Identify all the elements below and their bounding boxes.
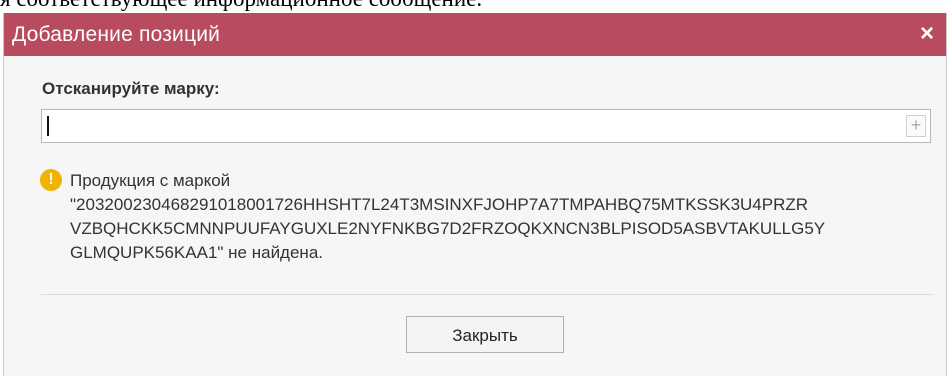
scan-mark-input[interactable] bbox=[42, 110, 910, 144]
close-icon[interactable]: × bbox=[914, 20, 940, 48]
add-positions-dialog: Добавление позиций × Отсканируйте марку:… bbox=[3, 13, 947, 376]
message-line: Продукция с маркой bbox=[70, 171, 231, 190]
add-icon[interactable]: + bbox=[906, 115, 926, 137]
warning-icon: ! bbox=[40, 169, 62, 191]
dialog-title: Добавление позиций bbox=[12, 22, 221, 46]
message-line: VZBQHCKK5CMNNPUUFAYGUXLE2NYFNKBG7D2FRZOQ… bbox=[70, 219, 826, 238]
dialog-titlebar: Добавление позиций × bbox=[4, 13, 946, 56]
text-caret bbox=[47, 116, 49, 136]
close-button[interactable]: Закрыть bbox=[406, 316, 564, 353]
background-document-text: я соответствующее информационное сообщен… bbox=[0, 0, 948, 12]
not-found-message: Продукция с маркой "20320023046829101800… bbox=[70, 169, 940, 265]
message-line: GLMQUPK56KAA1" не найдена. bbox=[70, 243, 323, 262]
scan-mark-label: Отсканируйте марку: bbox=[42, 79, 220, 98]
footer-divider bbox=[41, 294, 933, 295]
scan-mark-field: + bbox=[41, 109, 931, 144]
message-line: "203200230468291018001726HHSHT7L24T3MSIN… bbox=[70, 195, 809, 214]
